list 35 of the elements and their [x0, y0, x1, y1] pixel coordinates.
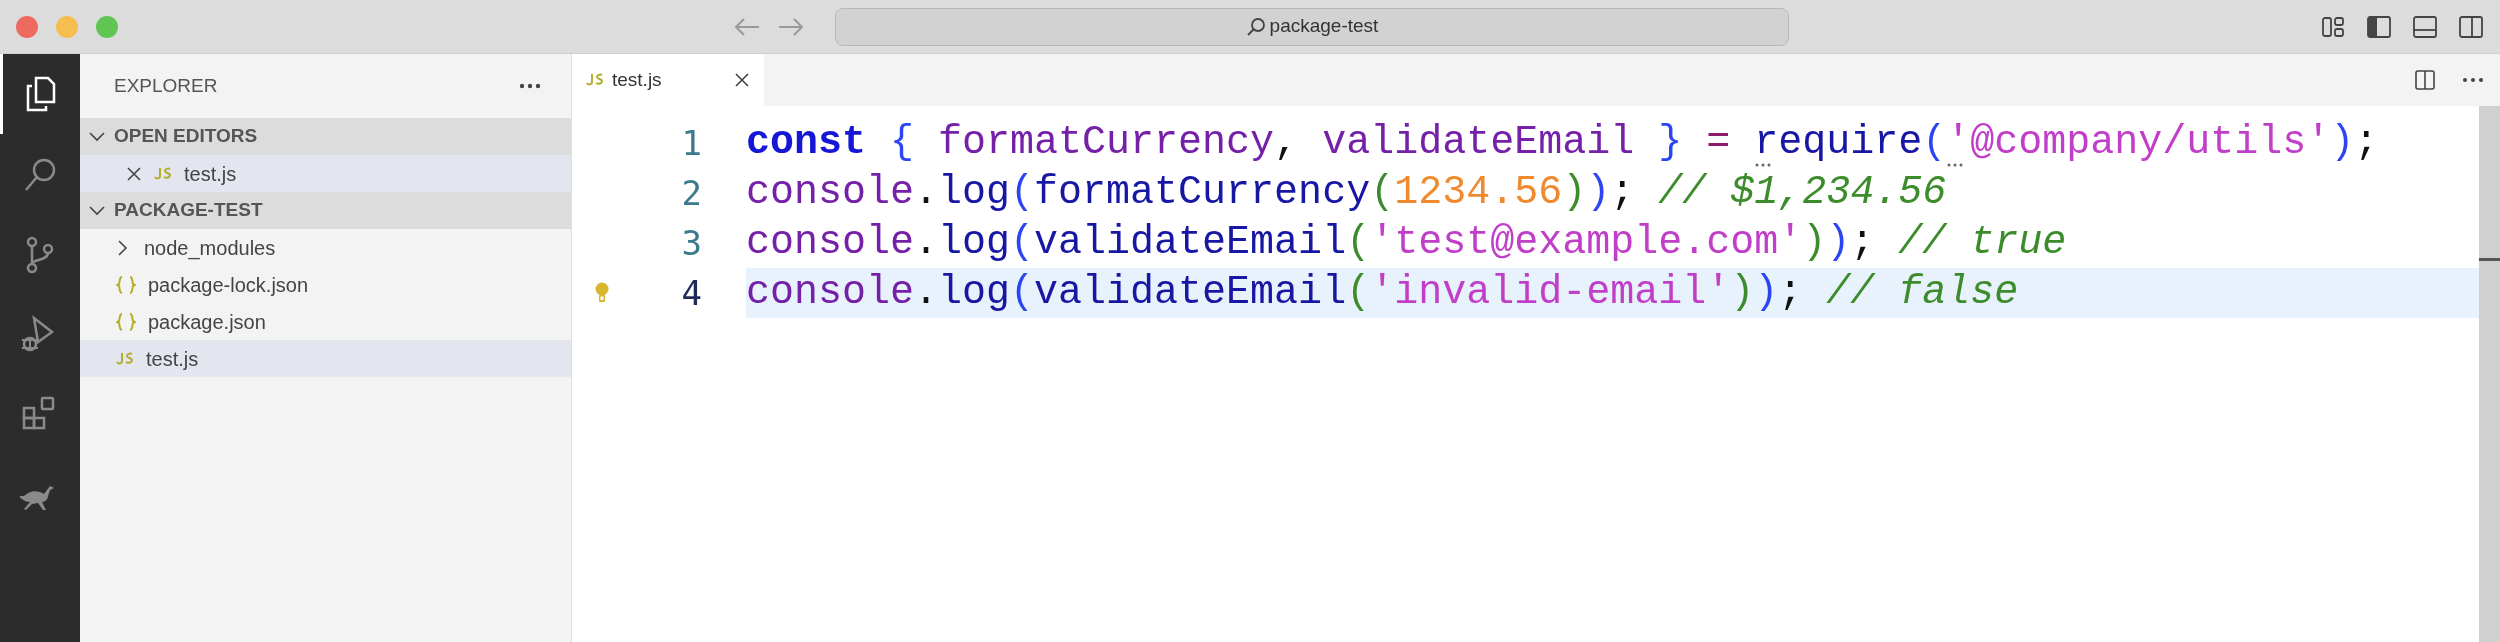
line-number: 1	[680, 121, 702, 165]
code-line: console.log(validateEmail('test@example.com')); // true	[746, 219, 2067, 267]
sidebar-title: EXPLORER	[114, 73, 218, 98]
editor-tab[interactable]: test.js	[572, 54, 764, 106]
section-header[interactable]: OPEN EDITORS	[80, 118, 571, 155]
js-file-icon	[154, 166, 172, 181]
js-file-icon	[116, 351, 134, 366]
file-row[interactable]: test.js	[80, 155, 571, 192]
primary-sidebar-toggle-icon[interactable]	[2366, 13, 2392, 40]
line-number: 4	[680, 271, 702, 315]
line-number: 2	[680, 171, 702, 215]
code-line: console.log(formatCurrency(1234.56)); // $1,234.56	[746, 169, 1947, 217]
file-row[interactable]: package.json	[80, 303, 571, 340]
js-file-icon	[586, 73, 604, 87]
more-actions-icon[interactable]	[519, 83, 541, 89]
line-number: 3	[680, 221, 702, 265]
section-header[interactable]: PACKAGE-TEST	[80, 192, 571, 229]
json-file-icon	[116, 274, 136, 295]
scrollbar[interactable]	[2479, 106, 2500, 642]
file-row[interactable]: package-lock.json	[80, 266, 571, 303]
code-line: console.log(validateEmail('invalid-email')); // false	[746, 269, 2020, 317]
search-icon	[1245, 16, 1266, 37]
file-row[interactable]: node_modules	[80, 229, 571, 266]
close-icon[interactable]	[734, 72, 750, 88]
file-row[interactable]: test.js	[80, 340, 571, 377]
secondary-sidebar-toggle-icon[interactable]	[2458, 13, 2484, 40]
code-line: const { formatCurrency, validateEmail } = require('@company/utils');	[746, 119, 2379, 168]
window-title: package-test	[1269, 14, 1379, 39]
scroll-marker	[2479, 258, 2500, 261]
more-actions-icon[interactable]	[2462, 77, 2484, 83]
json-file-icon	[116, 311, 136, 332]
panel-toggle-icon[interactable]	[2412, 13, 2438, 40]
close-icon[interactable]	[126, 165, 142, 182]
split-editor-icon[interactable]	[2414, 69, 2436, 91]
command-center-search[interactable]: package-test	[835, 7, 1789, 46]
